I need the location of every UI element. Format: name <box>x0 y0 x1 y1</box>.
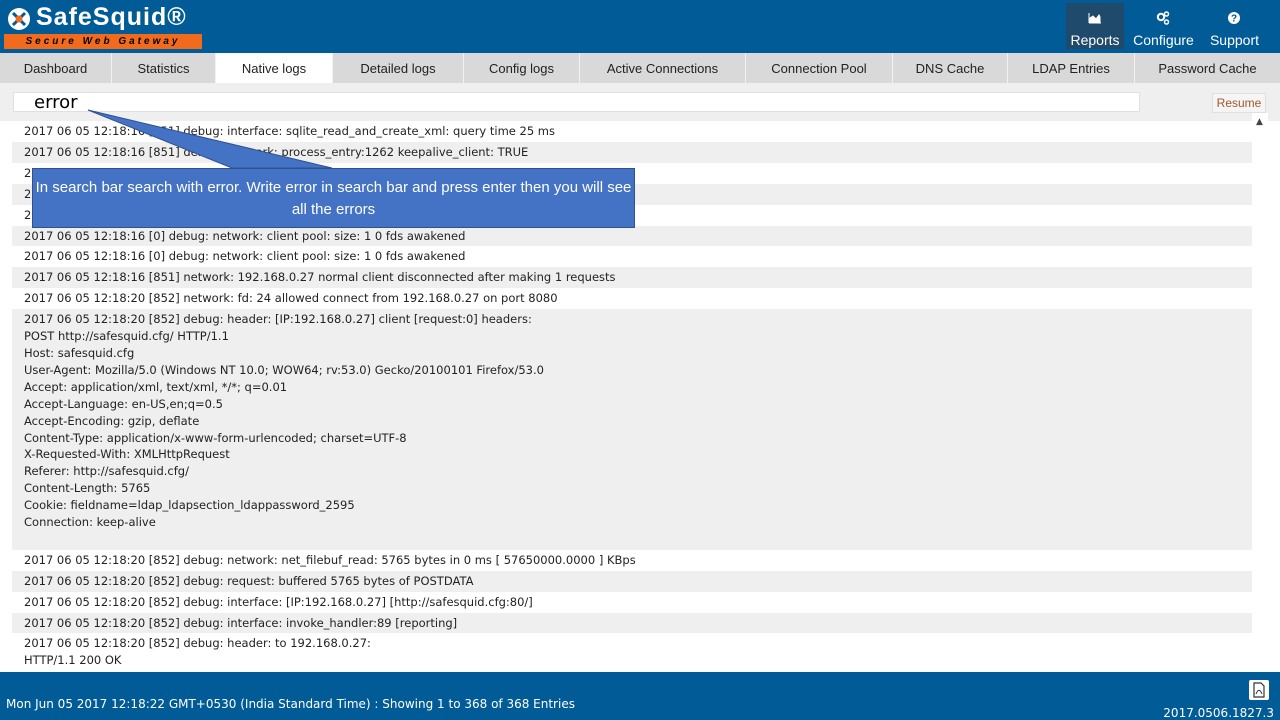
squid-logo-icon <box>8 8 30 30</box>
configure-button[interactable]: Configure <box>1128 3 1199 49</box>
header-nav: Reports Configure ? Support <box>1066 3 1270 49</box>
support-label: Support <box>1209 32 1260 48</box>
search-row: Resume <box>0 83 1280 121</box>
configure-label: Configure <box>1133 32 1194 48</box>
tab-config-logs[interactable]: Config logs <box>464 53 580 83</box>
log-entry: 2017 06 05 12:18:16 [851] network: 192.1… <box>12 267 1252 289</box>
resume-button[interactable]: Resume <box>1212 93 1266 113</box>
tab-password-cache[interactable]: Password Cache <box>1135 53 1280 83</box>
log-entry: 2017 06 05 12:18:20 [852] debug: header:… <box>12 309 1252 550</box>
tab-statistics[interactable]: Statistics <box>112 53 216 83</box>
pdf-export-icon[interactable] <box>1249 680 1269 700</box>
annotation-callout: In search bar search with error. Write e… <box>32 168 635 228</box>
status-text: Mon Jun 05 2017 12:18:22 GMT+0530 (India… <box>6 697 575 711</box>
log-entry: 2017 06 05 12:18:20 [852] debug: request… <box>12 570 1252 592</box>
safesquid-logo[interactable]: SafeSquid® Secure Web Gateway <box>4 3 204 51</box>
area-chart-icon <box>1088 13 1101 24</box>
tab-dns-cache[interactable]: DNS Cache <box>893 53 1008 83</box>
log-search-input[interactable] <box>13 92 1140 112</box>
support-button[interactable]: ? Support <box>1199 3 1270 49</box>
log-entry: 2017 06 05 12:18:20 [852] debug: interfa… <box>12 591 1252 613</box>
log-entry: 2017 06 05 12:18:16 [851] debug: network… <box>12 141 1252 163</box>
log-entry: 2017 06 05 12:18:16 [0] debug: network: … <box>12 225 1252 247</box>
logo-subtitle: Secure Web Gateway <box>4 34 202 49</box>
logo-text: SafeSquid® <box>36 3 187 31</box>
help-icon: ? <box>1228 12 1240 25</box>
scroll-up-icon[interactable]: ▲ <box>1256 117 1263 127</box>
log-entry: 2017 06 05 12:18:20 [852] debug: interfa… <box>12 612 1252 634</box>
log-entry: 2017 06 05 12:18:16 [0] debug: network: … <box>12 246 1252 268</box>
tab-detailed-logs[interactable]: Detailed logs <box>333 53 464 83</box>
reports-button[interactable]: Reports <box>1066 3 1124 49</box>
status-footer: Mon Jun 05 2017 12:18:22 GMT+0530 (India… <box>0 672 1280 720</box>
tab-dashboard[interactable]: Dashboard <box>0 53 112 83</box>
tab-active-connections[interactable]: Active Connections <box>580 53 746 83</box>
log-entry: 2017 06 05 12:18:20 [852] network: fd: 2… <box>12 288 1252 310</box>
log-entry: 2017 06 05 12:18:20 [852] debug: header:… <box>12 633 1252 672</box>
log-entry: 2017 06 05 12:18:16 [851] debug: interfa… <box>12 121 1252 142</box>
svg-text:?: ? <box>1231 14 1237 25</box>
log-scrollbar[interactable]: ▲ <box>1252 113 1268 672</box>
tab-connection-pool[interactable]: Connection Pool <box>746 53 893 83</box>
reports-label: Reports <box>1070 32 1120 48</box>
log-entry: 2017 06 05 12:18:20 [852] debug: network… <box>12 549 1252 571</box>
tab-ldap-entries[interactable]: LDAP Entries <box>1008 53 1135 83</box>
top-header: SafeSquid® Secure Web Gateway Reports Co… <box>0 0 1280 53</box>
version-text: 2017.0506.1827.3 <box>1163 706 1274 720</box>
report-tabs: Dashboard Statistics Native logs Detaile… <box>0 53 1280 83</box>
tab-native-logs[interactable]: Native logs <box>216 53 333 83</box>
cogs-icon <box>1156 11 1170 25</box>
